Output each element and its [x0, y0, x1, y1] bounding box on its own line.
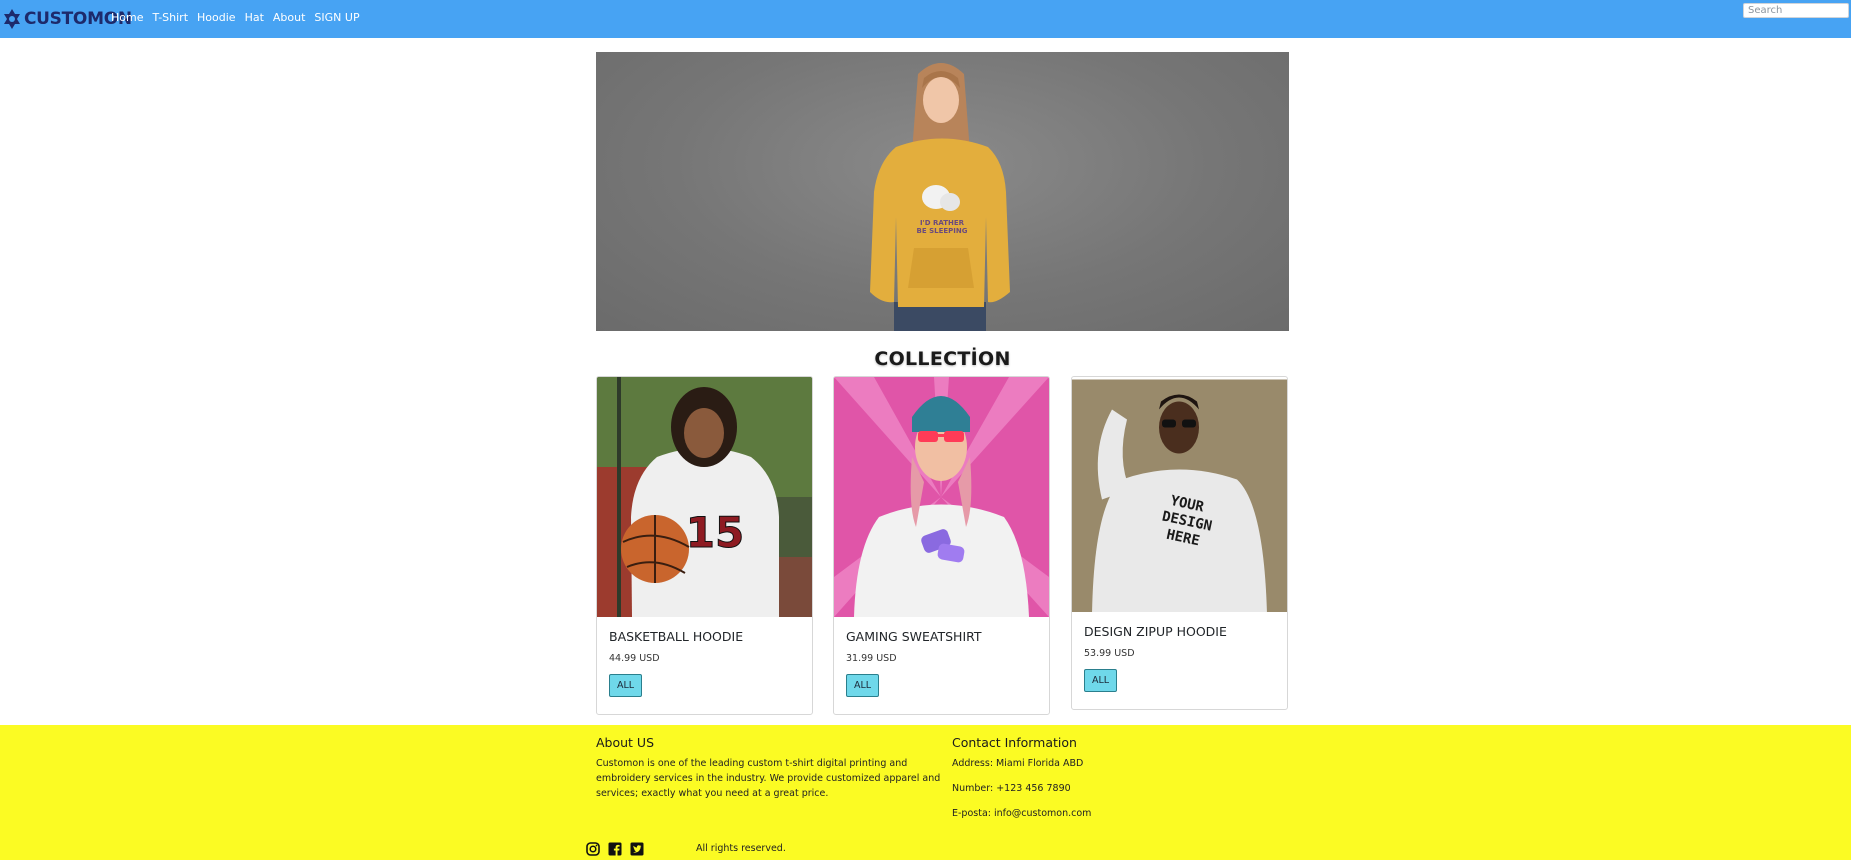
nav-link-tshirt[interactable]: T-Shirt — [152, 11, 188, 25]
all-button[interactable]: ALL — [609, 674, 643, 697]
logo-icon — [4, 9, 20, 29]
product-title: BASKETBALL HOODIE — [609, 629, 744, 644]
product-print-number: 15 — [686, 508, 744, 557]
hero-model-illustration: I'D RATHER BE SLEEPING — [870, 63, 1010, 331]
about-text-line1: Customon is one of the leading custom t-… — [596, 758, 908, 769]
nav-link-signup[interactable]: SIGN UP — [314, 11, 359, 25]
product-card-design-zipup-hoodie: YOUR DESIGN HERE DESIGN ZIPUP HOODIE 53.… — [1071, 376, 1288, 710]
nav-links: Home T-Shirt Hoodie Hat About SIGN UP — [111, 11, 369, 25]
search-input[interactable] — [1743, 3, 1849, 18]
hero-print-line1: I'D RATHER — [920, 219, 965, 227]
top-navbar: CUSTOMON Home T-Shirt Hoodie Hat About S… — [0, 0, 1851, 38]
product-image-basketball-hoodie: 15 — [597, 377, 812, 617]
all-button[interactable]: ALL — [846, 674, 880, 697]
hero-print-line2: BE SLEEPING — [917, 227, 968, 235]
about-heading: About US — [596, 735, 655, 750]
social-links — [586, 841, 644, 856]
twitter-icon[interactable] — [630, 841, 644, 856]
product-price: 44.99 USD — [609, 653, 660, 664]
product-image-gaming-sweatshirt — [834, 377, 1049, 617]
product-title: DESIGN ZIPUP HOODIE — [1084, 624, 1227, 639]
product-price: 31.99 USD — [846, 653, 897, 664]
product-card-gaming-sweatshirt: GAMING SWEATSHIRT 31.99 USD ALL — [833, 376, 1050, 715]
about-text-line3: services; exactly what you need at a gre… — [596, 788, 829, 799]
instagram-icon[interactable] — [586, 841, 600, 856]
contact-heading: Contact Information — [952, 735, 1077, 750]
about-text-line2: embroidery services in the industry. We … — [596, 773, 941, 784]
product-price: 53.99 USD — [1084, 648, 1135, 659]
collection-title: COLLECTİON — [874, 348, 1011, 370]
nav-link-home[interactable]: Home — [111, 11, 143, 25]
copyright-text: All rights reserved. — [696, 843, 786, 854]
product-title: GAMING SWEATSHIRT — [846, 629, 982, 644]
contact-address: Address: Miami Florida ABD — [952, 758, 1084, 769]
contact-email: E-posta: info@customon.com — [952, 808, 1092, 819]
product-card-basketball-hoodie: 15 BASKETBALL HOODIE 44.99 USD ALL — [596, 376, 813, 715]
facebook-icon[interactable] — [608, 841, 622, 856]
hero-banner-image: I'D RATHER BE SLEEPING — [596, 52, 1289, 331]
nav-link-hat[interactable]: Hat — [245, 11, 264, 25]
product-image-design-zipup-hoodie: YOUR DESIGN HERE — [1072, 377, 1287, 612]
nav-link-hoodie[interactable]: Hoodie — [197, 11, 236, 25]
nav-link-about[interactable]: About — [273, 11, 306, 25]
contact-number: Number: +123 456 7890 — [952, 783, 1071, 794]
all-button[interactable]: ALL — [1084, 669, 1118, 692]
site-footer: About US Customon is one of the leading … — [0, 725, 1851, 860]
